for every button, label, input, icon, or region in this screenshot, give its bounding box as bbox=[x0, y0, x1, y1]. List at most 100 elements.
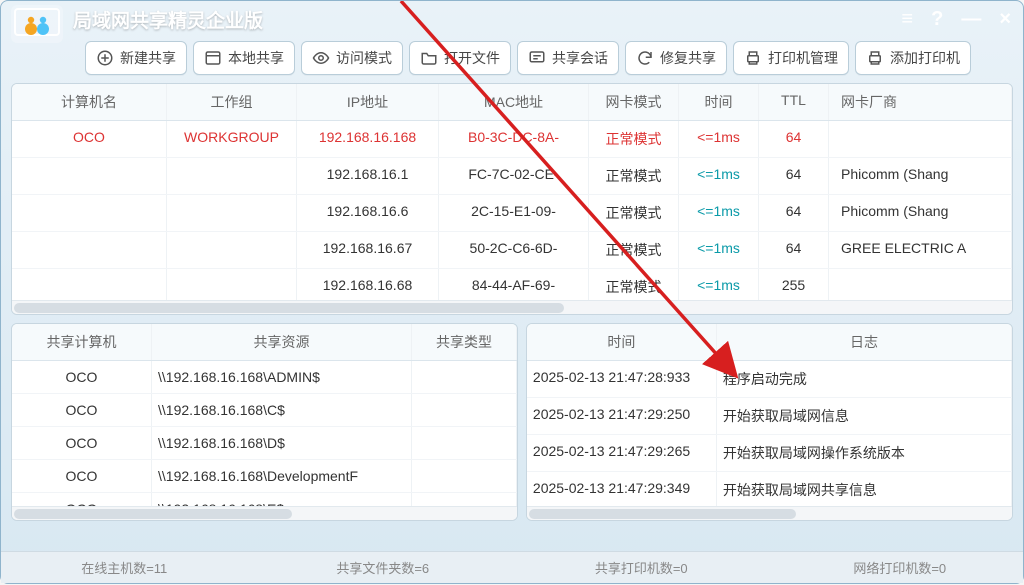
access-mode-button[interactable]: 访问模式 bbox=[301, 41, 403, 75]
table-row[interactable]: 2025-02-13 21:47:28:933程序启动完成 bbox=[527, 361, 1012, 398]
table-row[interactable]: OCO\\192.168.16.168\D$ bbox=[12, 427, 517, 460]
cell-ip: 192.168.16.6 bbox=[297, 195, 439, 231]
share-session-button[interactable]: 共享会话 bbox=[517, 41, 619, 75]
cell-nic: 正常模式 bbox=[589, 269, 679, 300]
cell-workgroup bbox=[167, 195, 297, 231]
content-area: 计算机名 工作组 IP地址 MAC地址 网卡模式 时间 TTL 网卡厂商 OCO… bbox=[1, 83, 1023, 551]
hosts-scrollbar[interactable] bbox=[12, 300, 1012, 314]
printer-plus-icon bbox=[866, 49, 884, 67]
cell-share-comp: OCO bbox=[12, 361, 152, 393]
add-printer-button[interactable]: 添加打印机 bbox=[855, 41, 971, 75]
cell-time: <=1ms bbox=[679, 195, 759, 231]
cell-name bbox=[12, 195, 167, 231]
menu-icon[interactable]: ≡ bbox=[897, 8, 917, 31]
cell-share-res: \\192.168.16.168\D$ bbox=[152, 427, 412, 459]
minimize-icon[interactable]: — bbox=[957, 8, 985, 31]
col-share-computer[interactable]: 共享计算机 bbox=[12, 324, 152, 360]
table-row[interactable]: 192.168.16.62C-15-E1-09-正常模式<=1ms64Phico… bbox=[12, 195, 1012, 232]
cell-workgroup: WORKGROUP bbox=[167, 121, 297, 157]
cell-share-type bbox=[412, 493, 517, 506]
col-time[interactable]: 时间 bbox=[679, 84, 759, 120]
table-row[interactable]: 2025-02-13 21:47:29:349开始获取局域网共享信息 bbox=[527, 472, 1012, 506]
eye-icon bbox=[312, 49, 330, 67]
table-row[interactable]: 192.168.16.6750-2C-C6-6D-正常模式<=1ms64GREE… bbox=[12, 232, 1012, 269]
shares-grid: 共享计算机 共享资源 共享类型 OCO\\192.168.16.168\ADMI… bbox=[11, 323, 518, 521]
col-share-resource[interactable]: 共享资源 bbox=[152, 324, 412, 360]
cell-log-msg: 开始获取局域网共享信息 bbox=[717, 472, 1012, 506]
printer-manager-button[interactable]: 打印机管理 bbox=[733, 41, 849, 75]
fix-share-button[interactable]: 修复共享 bbox=[625, 41, 727, 75]
printer-manager-label: 打印机管理 bbox=[768, 48, 838, 68]
status-folders: 共享文件夹数=6 bbox=[274, 558, 493, 577]
cell-ttl: 64 bbox=[759, 121, 829, 157]
shares-body: OCO\\192.168.16.168\ADMIN$OCO\\192.168.1… bbox=[12, 361, 517, 506]
col-ip[interactable]: IP地址 bbox=[297, 84, 439, 120]
log-header: 时间 日志 bbox=[527, 324, 1012, 361]
shares-scrollbar[interactable] bbox=[12, 506, 517, 520]
refresh-icon bbox=[636, 49, 654, 67]
col-share-type[interactable]: 共享类型 bbox=[412, 324, 517, 360]
log-scrollbar[interactable] bbox=[527, 506, 1012, 520]
hosts-grid: 计算机名 工作组 IP地址 MAC地址 网卡模式 时间 TTL 网卡厂商 OCO… bbox=[11, 83, 1013, 315]
table-row[interactable]: OCO\\192.168.16.168\DevelopmentF bbox=[12, 460, 517, 493]
cell-log-time: 2025-02-13 21:47:29:349 bbox=[527, 472, 717, 506]
access-mode-label: 访问模式 bbox=[336, 48, 392, 68]
close-icon[interactable]: × bbox=[995, 8, 1015, 31]
cell-workgroup bbox=[167, 269, 297, 300]
cell-log-msg: 开始获取局域网操作系统版本 bbox=[717, 435, 1012, 471]
table-row[interactable]: 2025-02-13 21:47:29:250开始获取局域网信息 bbox=[527, 398, 1012, 435]
bottom-row: 共享计算机 共享资源 共享类型 OCO\\192.168.16.168\ADMI… bbox=[11, 323, 1013, 521]
cell-ip: 192.168.16.168 bbox=[297, 121, 439, 157]
cell-vendor: Phicomm (Shang bbox=[829, 195, 1012, 231]
table-row[interactable]: OCO\\192.168.16.168\C$ bbox=[12, 394, 517, 427]
local-share-label: 本地共享 bbox=[228, 48, 284, 68]
system-buttons: ≡ ? — × bbox=[897, 8, 1015, 31]
status-bar: 在线主机数=11 共享文件夹数=6 共享打印机数=0 网络打印机数=0 bbox=[1, 551, 1023, 583]
help-icon[interactable]: ? bbox=[927, 8, 947, 31]
cell-mac: 2C-15-E1-09- bbox=[439, 195, 589, 231]
open-file-label: 打开文件 bbox=[444, 48, 500, 68]
table-row[interactable]: OCO\\192.168.16.168\E$ bbox=[12, 493, 517, 506]
cell-time: <=1ms bbox=[679, 232, 759, 268]
col-computer-name[interactable]: 计算机名 bbox=[12, 84, 167, 120]
cell-time: <=1ms bbox=[679, 269, 759, 300]
table-row[interactable]: OCO\\192.168.16.168\ADMIN$ bbox=[12, 361, 517, 394]
local-share-button[interactable]: 本地共享 bbox=[193, 41, 295, 75]
col-log-msg[interactable]: 日志 bbox=[717, 324, 1012, 360]
cell-ip: 192.168.16.67 bbox=[297, 232, 439, 268]
table-row[interactable]: 192.168.16.1FC-7C-02-CE-正常模式<=1ms64Phico… bbox=[12, 158, 1012, 195]
printer-icon bbox=[744, 49, 762, 67]
status-netprinters: 网络打印机数=0 bbox=[791, 558, 1010, 577]
cell-vendor: GREE ELECTRIC A bbox=[829, 232, 1012, 268]
table-row[interactable]: 2025-02-13 21:47:29:265开始获取局域网操作系统版本 bbox=[527, 435, 1012, 472]
col-log-time[interactable]: 时间 bbox=[527, 324, 717, 360]
cell-time: <=1ms bbox=[679, 121, 759, 157]
cell-name bbox=[12, 158, 167, 194]
cell-nic: 正常模式 bbox=[589, 121, 679, 157]
cell-vendor bbox=[829, 269, 1012, 300]
col-workgroup[interactable]: 工作组 bbox=[167, 84, 297, 120]
cell-nic: 正常模式 bbox=[589, 232, 679, 268]
table-row[interactable]: OCOWORKGROUP192.168.16.168B0-3C-DC-8A-正常… bbox=[12, 121, 1012, 158]
col-ttl[interactable]: TTL bbox=[759, 84, 829, 120]
cell-log-time: 2025-02-13 21:47:29:250 bbox=[527, 398, 717, 434]
col-mac[interactable]: MAC地址 bbox=[439, 84, 589, 120]
col-nic-mode[interactable]: 网卡模式 bbox=[589, 84, 679, 120]
cell-share-type bbox=[412, 361, 517, 393]
new-share-button[interactable]: 新建共享 bbox=[85, 41, 187, 75]
table-row[interactable]: 192.168.16.6884-44-AF-69-正常模式<=1ms255 bbox=[12, 269, 1012, 300]
col-vendor[interactable]: 网卡厂商 bbox=[829, 84, 1012, 120]
cell-vendor: Phicomm (Shang bbox=[829, 158, 1012, 194]
cell-mac: FC-7C-02-CE- bbox=[439, 158, 589, 194]
open-file-button[interactable]: 打开文件 bbox=[409, 41, 511, 75]
cell-share-res: \\192.168.16.168\DevelopmentF bbox=[152, 460, 412, 492]
cell-mac: 84-44-AF-69- bbox=[439, 269, 589, 300]
cell-share-comp: OCO bbox=[12, 493, 152, 506]
status-printers: 共享打印机数=0 bbox=[532, 558, 751, 577]
cell-share-res: \\192.168.16.168\ADMIN$ bbox=[152, 361, 412, 393]
cell-share-comp: OCO bbox=[12, 427, 152, 459]
cell-share-type bbox=[412, 427, 517, 459]
app-window: 局域网共享精灵企业版 ≡ ? — × 新建共享 本地共享 访问模式 打开文件 共… bbox=[0, 0, 1024, 584]
cell-workgroup bbox=[167, 232, 297, 268]
cell-nic: 正常模式 bbox=[589, 195, 679, 231]
